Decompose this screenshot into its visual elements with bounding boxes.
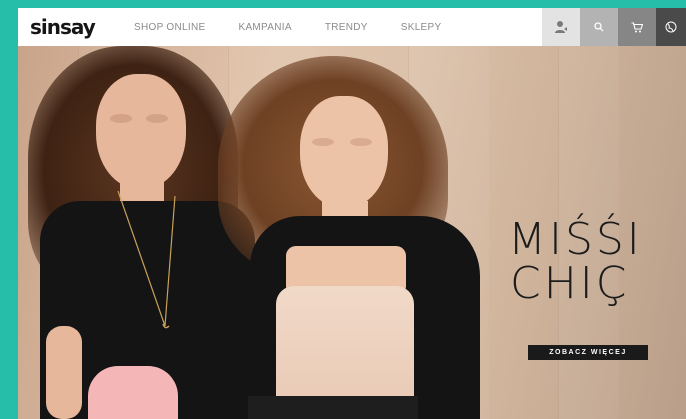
campaign-title-line2: CHIÇ bbox=[510, 258, 630, 309]
see-more-button[interactable]: ZOBACZ WIĘCEJ bbox=[528, 345, 648, 360]
model-left-arm bbox=[46, 326, 82, 419]
nav-item-sklepy[interactable]: SKLEPY bbox=[401, 22, 442, 33]
campaign-title: MIŚŚI CHIÇ bbox=[508, 218, 643, 306]
model-center-eye bbox=[312, 138, 334, 146]
necklace bbox=[117, 190, 176, 329]
site-header: sinsay SHOP ONLINE KAMPANIA TRENDY SKLEP… bbox=[18, 8, 686, 47]
model-center-eye bbox=[350, 138, 372, 146]
cart-button[interactable] bbox=[618, 8, 656, 46]
model-left-eye bbox=[146, 114, 168, 123]
user-icon bbox=[555, 21, 567, 33]
campaign-title-line1: MIŚŚI bbox=[508, 214, 643, 265]
model-left-eye bbox=[110, 114, 132, 123]
nav-item-kampania[interactable]: KAMPANIA bbox=[238, 22, 291, 33]
sinsay-logo[interactable]: sinsay bbox=[30, 15, 96, 39]
header-icon-group bbox=[542, 8, 686, 46]
cart-icon bbox=[631, 21, 643, 32]
browser-frame: sinsay SHOP ONLINE KAMPANIA TRENDY SKLEP… bbox=[18, 8, 686, 419]
account-button[interactable] bbox=[542, 8, 580, 46]
search-button[interactable] bbox=[580, 8, 618, 46]
model-center-face bbox=[300, 96, 388, 208]
nav-item-trendy[interactable]: TRENDY bbox=[325, 22, 368, 33]
main-navigation: SHOP ONLINE KAMPANIA TRENDY SKLEPY bbox=[134, 8, 474, 46]
nav-item-shop-online[interactable]: SHOP ONLINE bbox=[134, 22, 205, 33]
search-icon bbox=[594, 22, 604, 32]
hero-banner[interactable]: MIŚŚI CHIÇ ZOBACZ WIĘCEJ bbox=[18, 46, 686, 419]
studded-belt bbox=[248, 396, 418, 419]
language-button[interactable] bbox=[656, 8, 686, 46]
model-left-face bbox=[96, 74, 186, 189]
pink-skirt bbox=[88, 366, 178, 419]
globe-icon bbox=[665, 21, 677, 33]
